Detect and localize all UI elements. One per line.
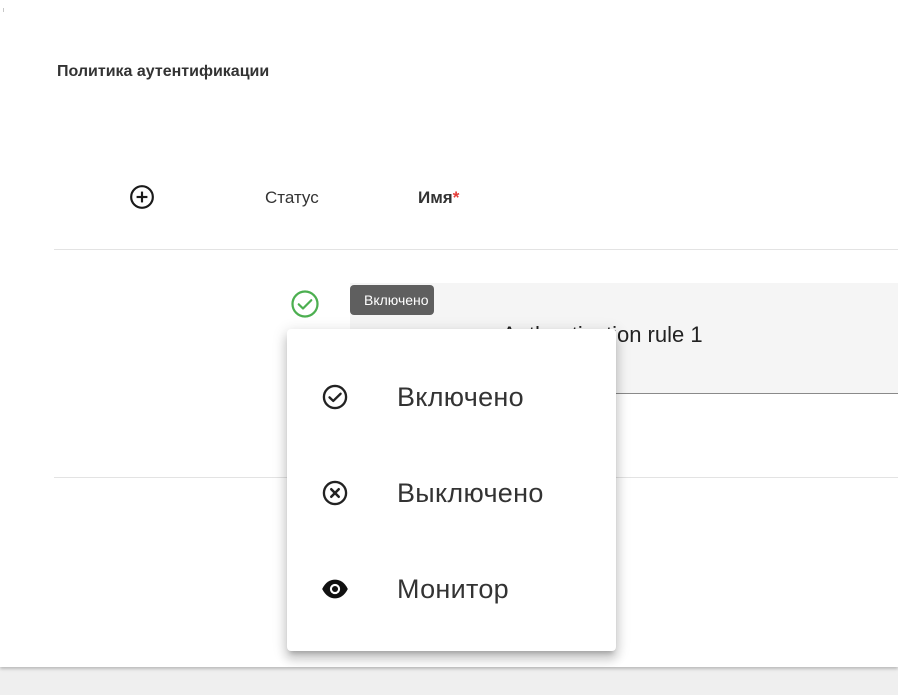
section-title: Политика аутентификации bbox=[57, 63, 270, 80]
corner-mark bbox=[3, 8, 4, 12]
column-header-name-label: Имя bbox=[418, 188, 453, 207]
add-rule-button[interactable] bbox=[126, 181, 158, 213]
close-circle-outline-icon bbox=[321, 479, 349, 507]
status-menu-item-label: Включено bbox=[397, 381, 524, 412]
status-toggle-button[interactable] bbox=[290, 289, 320, 319]
status-menu: Включено Выключено Монитор bbox=[287, 329, 616, 651]
check-circle-outline-icon bbox=[321, 383, 349, 411]
check-circle-icon bbox=[291, 290, 319, 318]
status-menu-item-label: Монитор bbox=[397, 573, 509, 604]
status-tooltip: Включено bbox=[350, 285, 434, 315]
header-divider bbox=[54, 249, 898, 250]
status-menu-item-disabled[interactable]: Выключено bbox=[287, 445, 616, 541]
status-menu-item-label: Выключено bbox=[397, 477, 544, 508]
column-header-status[interactable]: Статус bbox=[265, 188, 319, 208]
eye-icon bbox=[321, 575, 349, 603]
column-header-name[interactable]: Имя* bbox=[418, 188, 459, 208]
status-menu-item-monitor[interactable]: Монитор bbox=[287, 541, 616, 637]
plus-circle-icon bbox=[130, 185, 154, 209]
status-menu-item-enabled[interactable]: Включено bbox=[287, 349, 616, 445]
required-mark: * bbox=[452, 188, 460, 207]
